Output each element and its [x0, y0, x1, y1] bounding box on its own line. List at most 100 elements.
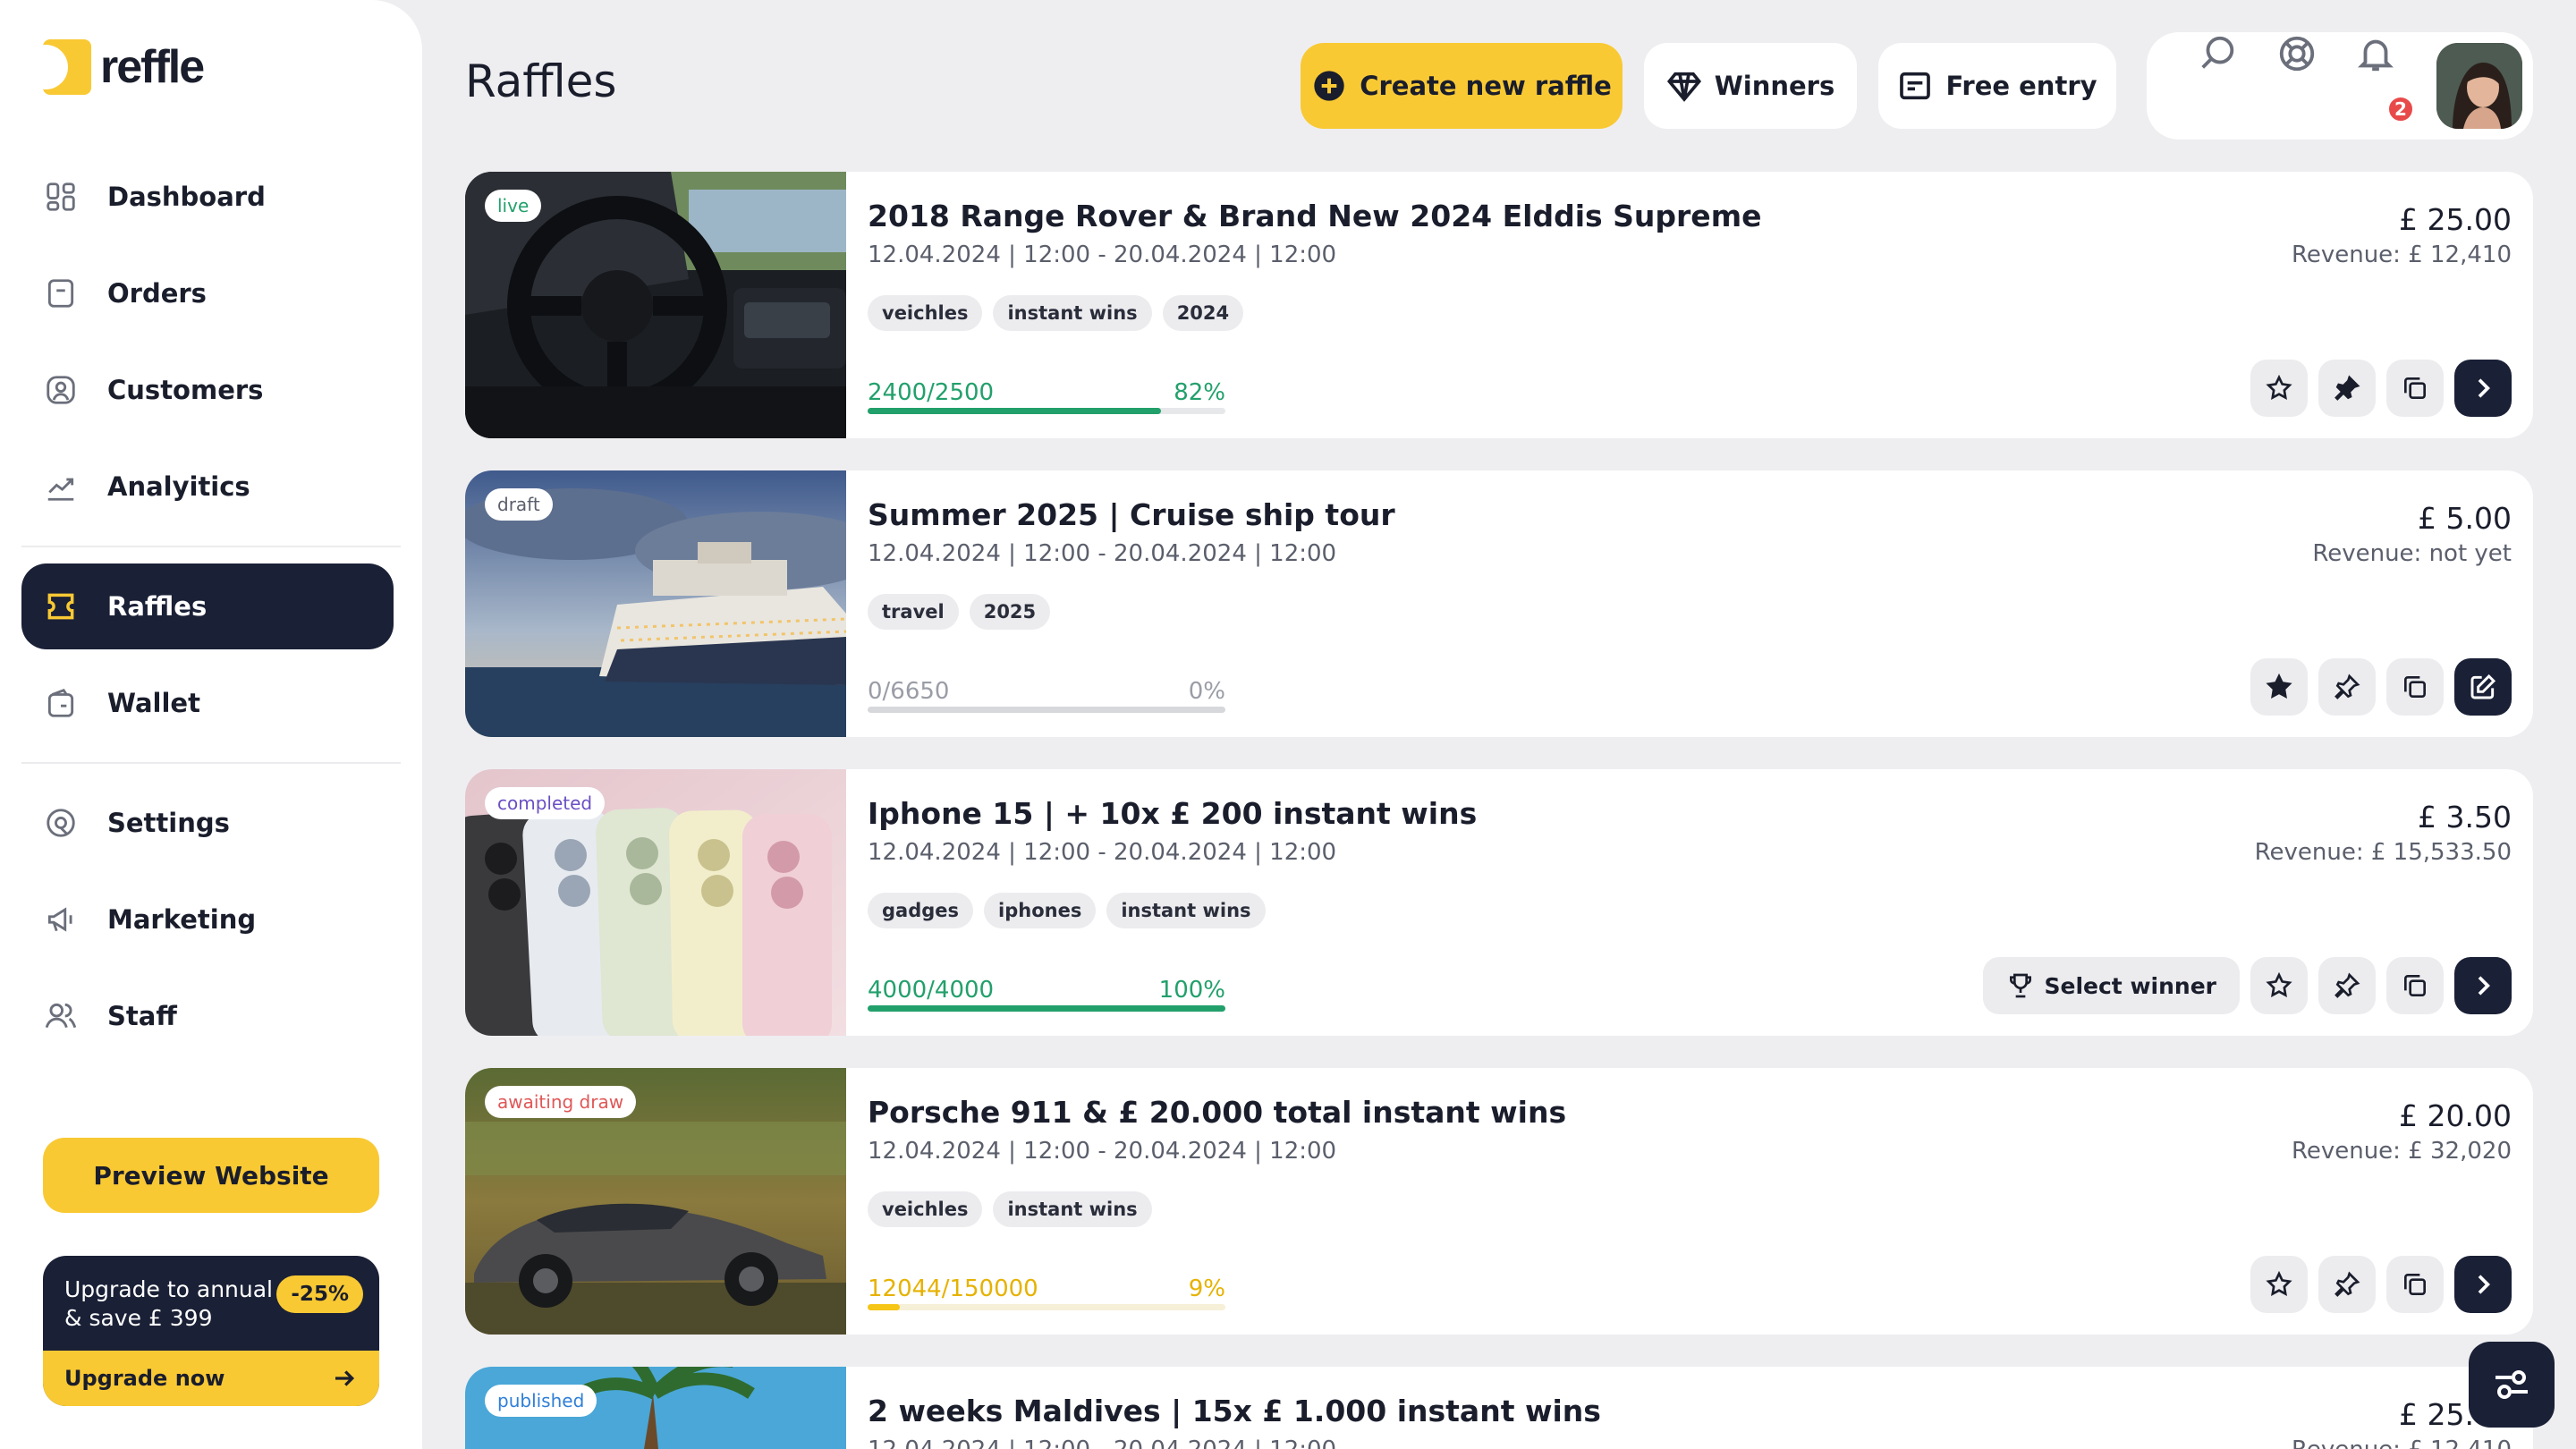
duplicate-button[interactable] — [2386, 658, 2444, 716]
raffle-title: Summer 2025 | Cruise ship tour — [868, 497, 1395, 532]
select-winner-label: Select winner — [2044, 972, 2216, 999]
sidebar-item-label: Settings — [107, 808, 230, 838]
raffle-card[interactable]: awaiting draw Porsche 911 & £ 20.000 tot… — [465, 1068, 2533, 1335]
edit-raffle-button[interactable] — [2454, 658, 2512, 716]
search-button[interactable] — [2195, 30, 2241, 77]
raffle-dates: 12.04.2024 | 12:00 - 20.04.2024 | 12:00 — [868, 839, 1337, 866]
pin-icon — [2334, 674, 2360, 699]
sidebar-item-staff[interactable]: Staff — [21, 973, 394, 1059]
ticket-price: £ 5.00 — [2418, 501, 2512, 536]
copy-icon — [2404, 975, 2426, 996]
raffle-image: draft — [465, 470, 846, 737]
sidebar-item-label: Customers — [107, 375, 264, 405]
raffle-dates: 12.04.2024 | 12:00 - 20.04.2024 | 12:00 — [868, 242, 1337, 268]
tag: gadges — [868, 893, 974, 928]
raffle-tags: veichles instant wins — [868, 1191, 1152, 1227]
tickets-sold: 12044/150000 — [868, 1275, 1038, 1302]
free-entry-label: Free entry — [1945, 71, 2097, 101]
tag: 2025 — [969, 594, 1051, 630]
wallet-icon — [43, 685, 79, 721]
star-filled-icon — [2266, 673, 2292, 699]
favorite-button[interactable] — [2250, 360, 2308, 417]
revenue: Revenue: £ 12,410 — [2291, 242, 2512, 268]
help-button[interactable] — [2274, 30, 2320, 77]
chevron-right-icon — [2478, 1275, 2490, 1294]
preview-website-button[interactable]: Preview Website — [43, 1138, 379, 1213]
progress-percent: 82% — [1174, 379, 1225, 406]
progress-percent: 9% — [1188, 1275, 1225, 1302]
upgrade-now-button[interactable]: Upgrade now — [43, 1351, 379, 1406]
discount-badge: -25% — [276, 1275, 363, 1313]
sidebar-item-label: Marketing — [107, 904, 257, 935]
open-raffle-button[interactable] — [2454, 1256, 2512, 1313]
favorite-button[interactable] — [2250, 658, 2308, 716]
tickets-sold: 0/6650 — [868, 678, 950, 705]
sidebar-item-label: Wallet — [107, 688, 200, 718]
sidebar-item-settings[interactable]: Settings — [21, 780, 394, 866]
favorite-button[interactable] — [2250, 1256, 2308, 1313]
winners-label: Winners — [1714, 71, 1835, 101]
raffle-card[interactable]: published 2 weeks Maldives | 15x £ 1.000… — [465, 1367, 2533, 1449]
pin-button[interactable] — [2318, 658, 2376, 716]
progress-bar — [868, 1005, 1225, 1012]
free-entry-button[interactable]: Free entry — [1878, 43, 2116, 129]
duplicate-button[interactable] — [2386, 1256, 2444, 1313]
diamond-icon — [1666, 72, 1701, 102]
sidebar-item-raffles[interactable]: Raffles — [21, 564, 394, 649]
favorite-button[interactable] — [2250, 957, 2308, 1014]
sidebar-divider — [21, 546, 401, 547]
card-actions — [2250, 658, 2512, 716]
raffle-tags: veichles instant wins 2024 — [868, 295, 1244, 331]
star-icon — [2266, 374, 2292, 400]
progress-bar — [868, 1304, 1225, 1310]
raffle-title: Iphone 15 | + 10x £ 200 instant wins — [868, 796, 1478, 831]
pin-button[interactable] — [2318, 1256, 2376, 1313]
sidebar: reffle Dashboard Orders Customers Analyi… — [0, 0, 422, 1449]
notifications-button[interactable] — [2352, 30, 2399, 77]
sidebar-item-marketing[interactable]: Marketing — [21, 877, 394, 962]
sidebar-item-dashboard[interactable]: Dashboard — [21, 154, 394, 240]
progress-label: 12044/150000 9% — [868, 1275, 1225, 1302]
create-new-raffle-label: Create new raffle — [1360, 71, 1612, 101]
revenue: Revenue: £ 32,020 — [2291, 1138, 2512, 1165]
pin-button[interactable] — [2318, 957, 2376, 1014]
tag: instant wins — [1106, 893, 1266, 928]
filter-button[interactable] — [2469, 1342, 2555, 1428]
sidebar-item-orders[interactable]: Orders — [21, 250, 394, 336]
upgrade-now-label: Upgrade now — [64, 1366, 225, 1391]
avatar[interactable] — [2436, 43, 2522, 129]
raffle-card[interactable]: completed Iphone 15 | + 10x £ 200 instan… — [465, 769, 2533, 1036]
duplicate-button[interactable] — [2386, 360, 2444, 417]
pin-icon — [2334, 1271, 2360, 1297]
sidebar-item-label: Raffles — [107, 591, 208, 622]
winners-button[interactable]: Winners — [1644, 43, 1857, 129]
status-badge: completed — [485, 787, 606, 819]
raffle-tags: gadges iphones instant wins — [868, 893, 1266, 928]
open-raffle-button[interactable] — [2454, 957, 2512, 1014]
status-badge: published — [485, 1385, 597, 1417]
select-winner-button[interactable]: Select winner — [1983, 957, 2240, 1014]
revenue: Revenue: £ 12,410 — [2292, 1436, 2512, 1449]
chevron-right-icon — [2478, 378, 2490, 398]
tag: veichles — [868, 295, 983, 331]
sidebar-item-wallet[interactable]: Wallet — [21, 660, 394, 746]
pin-icon — [2334, 972, 2360, 998]
revenue: Revenue: not yet — [2312, 540, 2512, 567]
create-new-raffle-button[interactable]: Create new raffle — [1301, 43, 1623, 129]
progress-fill — [868, 1005, 1225, 1012]
raffle-image: completed — [465, 769, 846, 1036]
ticket-price: £ 25.00 — [2399, 202, 2512, 237]
raffle-card[interactable]: draft Summer 2025 | Cruise ship tour 12.… — [465, 470, 2533, 737]
logo-text: reffle — [100, 41, 205, 93]
open-raffle-button[interactable] — [2454, 360, 2512, 417]
raffle-title: 2 weeks Maldives | 15x £ 1.000 instant w… — [868, 1394, 1601, 1428]
notification-count-badge: 2 — [2386, 95, 2415, 123]
tag: travel — [868, 594, 959, 630]
logo[interactable]: reffle — [43, 39, 205, 95]
pin-button[interactable] — [2318, 360, 2376, 417]
sidebar-item-analytics[interactable]: Analyitics — [21, 444, 394, 530]
sidebar-item-customers[interactable]: Customers — [21, 347, 394, 433]
duplicate-button[interactable] — [2386, 957, 2444, 1014]
raffle-card[interactable]: live 2018 Range Rover & Brand New 2024 E… — [465, 172, 2533, 438]
sliders-icon — [2496, 1370, 2528, 1399]
